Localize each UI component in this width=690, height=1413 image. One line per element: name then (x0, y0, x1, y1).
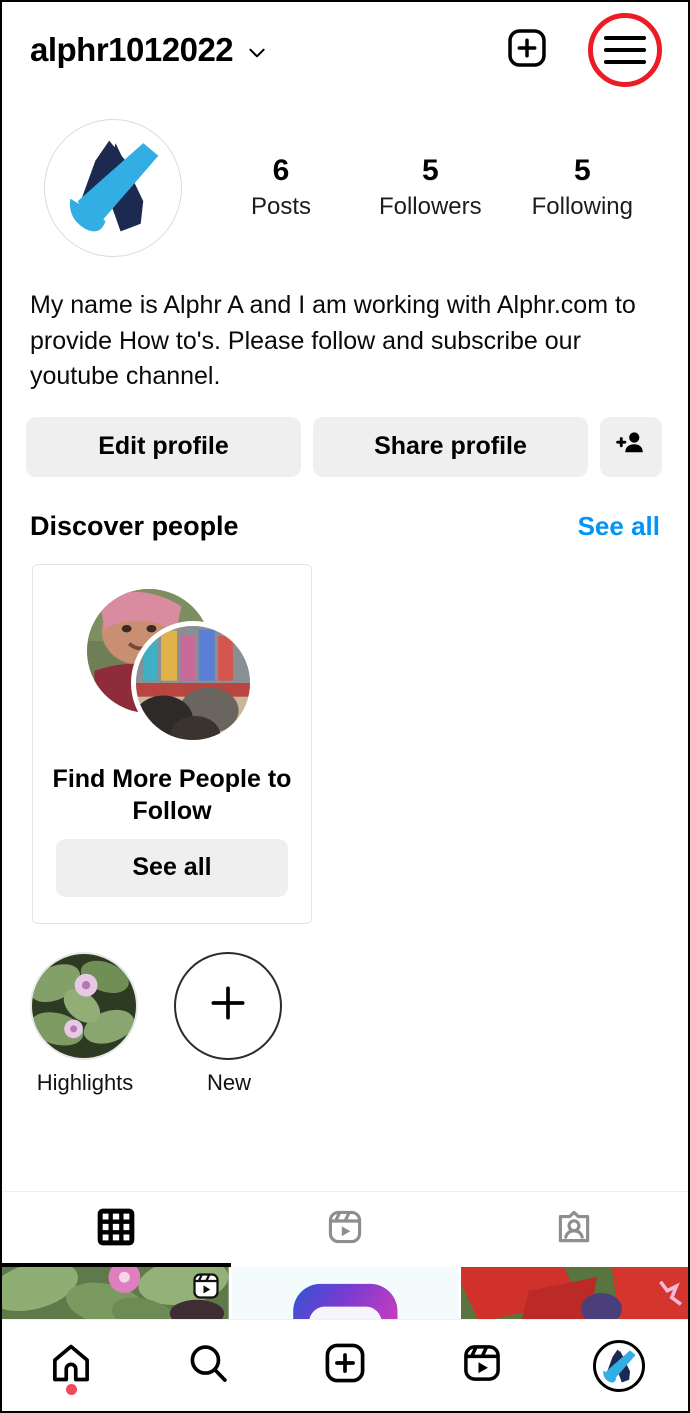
profile-bio: My name is Alphr A and I am working with… (30, 291, 636, 390)
suggested-user-avatars (87, 588, 257, 749)
profile-avatar-icon (593, 1339, 646, 1392)
annotation-highlight-circle (588, 13, 662, 87)
plus-square-icon (323, 1341, 367, 1390)
discover-people-header: Discover people See all (2, 477, 688, 542)
new-highlight-button[interactable] (174, 951, 282, 1060)
reels-badge-icon (191, 1271, 221, 1301)
home-icon (49, 1341, 93, 1390)
instagram-profile-screen: alphr1012022 6 Posts 5 Followers 5 Follo… (0, 0, 690, 1413)
username-label: alphr1012022 (30, 31, 234, 68)
plus-icon (206, 981, 250, 1030)
new-highlight-label: New (206, 1069, 251, 1095)
alphr-logo-avatar (50, 123, 176, 254)
reels-nav-item[interactable] (414, 1320, 551, 1411)
grid-tab[interactable] (2, 1192, 231, 1267)
stat-followers-label: Followers (378, 192, 482, 220)
reels-icon (461, 1342, 503, 1389)
top-header: alphr1012022 (2, 2, 688, 98)
highlight-cover-image (30, 951, 138, 1060)
discover-people-title: Discover people (30, 510, 239, 541)
discover-see-all-link[interactable]: See all (578, 511, 660, 542)
discover-people-card[interactable]: Find More People to Follow See all (32, 563, 312, 924)
stat-posts-value: 6 (272, 154, 290, 188)
home-nav-item[interactable] (2, 1320, 139, 1411)
post-grid (2, 1267, 689, 1319)
suggested-card-see-all-button[interactable]: See all (56, 838, 288, 897)
grid-icon (96, 1207, 136, 1252)
plus-square-icon (506, 27, 548, 74)
reels-icon (326, 1208, 364, 1251)
profile-avatar[interactable] (44, 119, 182, 257)
create-button[interactable] (504, 27, 550, 73)
discover-people-toggle-button[interactable] (600, 416, 662, 477)
stat-following-label: Following (531, 192, 634, 220)
new-highlight-item[interactable]: New (174, 951, 284, 1096)
stat-posts[interactable]: 6 Posts (233, 154, 329, 222)
search-nav-item[interactable] (139, 1320, 276, 1411)
add-person-icon (616, 428, 646, 465)
share-profile-button[interactable]: Share profile (313, 416, 588, 477)
tagged-person-icon (555, 1208, 593, 1251)
username-button[interactable]: alphr1012022 (30, 31, 267, 69)
search-icon (186, 1341, 230, 1390)
story-highlights-row: Highlights New (2, 924, 688, 1096)
create-nav-item[interactable] (276, 1320, 413, 1411)
notification-badge-dot (65, 1384, 77, 1395)
stat-followers-value: 5 (421, 154, 439, 188)
highlight-item[interactable]: Highlights (30, 951, 140, 1096)
profile-summary-row: 6 Posts 5 Followers 5 Following (2, 98, 688, 270)
chevron-down-icon (247, 43, 267, 63)
profile-stats: 6 Posts 5 Followers 5 Following (182, 154, 658, 222)
bottom-navigation-bar (2, 1319, 688, 1411)
post-leaves-flower[interactable] (2, 1267, 229, 1319)
reels-tab[interactable] (231, 1192, 460, 1267)
tagged-tab[interactable] (459, 1192, 688, 1267)
menu-button[interactable] (588, 13, 662, 87)
stat-followers[interactable]: 5 Followers (379, 154, 482, 222)
suggested-card-title: Find More People to Follow (52, 764, 292, 825)
stat-following[interactable]: 5 Following (532, 154, 633, 222)
stat-following-value: 5 (573, 154, 591, 188)
profile-actions: Edit profile Share profile (2, 395, 688, 477)
highlight-label: Highlights (36, 1069, 134, 1095)
profile-nav-item[interactable] (551, 1320, 688, 1411)
suggested-avatar-front (131, 620, 255, 745)
post-red-flowers[interactable] (461, 1267, 689, 1319)
post-gradient-graphic[interactable] (231, 1267, 459, 1319)
profile-tabs (2, 1191, 688, 1267)
edit-profile-button[interactable]: Edit profile (26, 416, 301, 477)
stat-posts-label: Posts (250, 192, 311, 220)
